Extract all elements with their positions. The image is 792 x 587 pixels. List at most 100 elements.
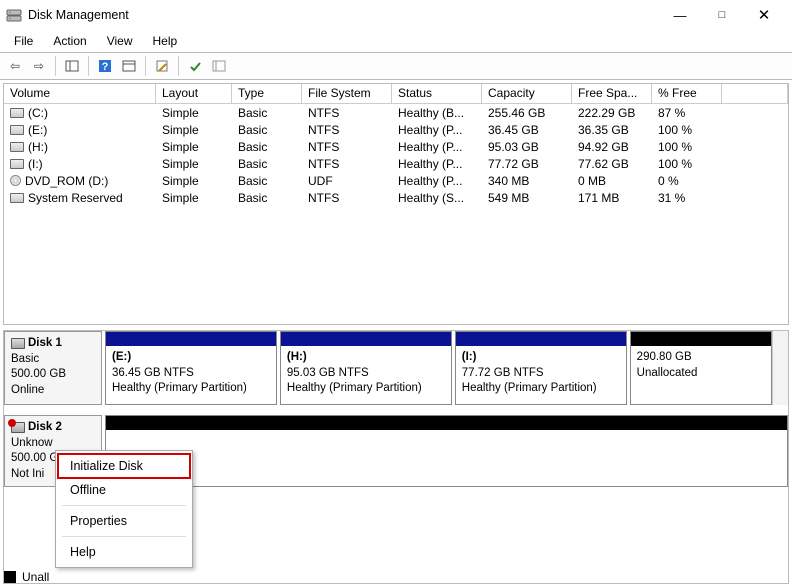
toolbar-separator (55, 56, 56, 76)
scrollbar[interactable] (772, 331, 788, 405)
volume-cell: Healthy (P... (392, 140, 482, 154)
minimize-button[interactable]: — (666, 5, 694, 25)
volume-cell: 0 MB (572, 174, 652, 188)
partition[interactable]: (H:)95.03 GB NTFSHealthy (Primary Partit… (280, 331, 452, 405)
context-menu-item-properties[interactable]: Properties (58, 509, 190, 533)
volume-cell: NTFS (302, 123, 392, 137)
volume-cell: UDF (302, 174, 392, 188)
drive-icon (10, 125, 24, 135)
context-menu-separator (62, 536, 186, 537)
volume-cell: NTFS (302, 191, 392, 205)
settings-button[interactable] (208, 55, 230, 77)
disk-management-icon (6, 7, 22, 23)
partitions: (E:)36.45 GB NTFSHealthy (Primary Partit… (102, 331, 772, 405)
volume-cell: 77.62 GB (572, 157, 652, 171)
properties-button[interactable] (151, 55, 173, 77)
volume-row[interactable]: (I:)SimpleBasicNTFSHealthy (P...77.72 GB… (4, 155, 788, 172)
volume-cell: NTFS (302, 106, 392, 120)
toolbar-separator (145, 56, 146, 76)
column-header[interactable]: Free Spa... (572, 84, 652, 103)
legend-label: Unall (22, 570, 49, 584)
volume-cell: NTFS (302, 157, 392, 171)
volume-cell: 340 MB (482, 174, 572, 188)
forward-button[interactable]: ⇨ (28, 55, 50, 77)
volume-list-header: VolumeLayoutTypeFile SystemStatusCapacit… (4, 84, 788, 104)
drive-icon (10, 108, 24, 118)
partition[interactable]: (I:)77.72 GB NTFSHealthy (Primary Partit… (455, 331, 627, 405)
partition-size: 290.80 GB (637, 350, 765, 366)
menu-action[interactable]: Action (43, 32, 96, 50)
volume-cell: Healthy (B... (392, 106, 482, 120)
column-header[interactable]: Status (392, 84, 482, 103)
volume-row[interactable]: DVD_ROM (D:)SimpleBasicUDFHealthy (P...3… (4, 172, 788, 189)
disk-type: Basic (11, 352, 95, 368)
partition-body: (I:)77.72 GB NTFSHealthy (Primary Partit… (456, 346, 626, 404)
column-header[interactable]: Layout (156, 84, 232, 103)
column-header[interactable]: Capacity (482, 84, 572, 103)
volume-cell: 171 MB (572, 191, 652, 205)
volume-cell: NTFS (302, 140, 392, 154)
legend-unallocated: Unall (4, 570, 49, 584)
volume-name-cell: (I:) (4, 157, 156, 171)
toolbar: ⇦ ⇨ ? (0, 52, 792, 80)
volume-cell: Healthy (P... (392, 174, 482, 188)
volume-cell: 100 % (652, 157, 722, 171)
help-button[interactable]: ? (94, 55, 116, 77)
volume-row[interactable]: (H:)SimpleBasicNTFSHealthy (P...95.03 GB… (4, 138, 788, 155)
disk-name: Disk 2 (28, 420, 62, 436)
refresh-button[interactable] (118, 55, 140, 77)
partition-body: 290.80 GBUnallocated (631, 346, 771, 404)
partition-body: (H:)95.03 GB NTFSHealthy (Primary Partit… (281, 346, 451, 404)
drive-icon (10, 193, 24, 203)
partition-header (281, 332, 451, 346)
volume-cell: 31 % (652, 191, 722, 205)
volume-cell: Basic (232, 191, 302, 205)
volume-cell: Basic (232, 123, 302, 137)
volume-cell: 94.92 GB (572, 140, 652, 154)
context-menu-item-initialize-disk[interactable]: Initialize Disk (58, 454, 190, 478)
column-header[interactable]: Volume (4, 84, 156, 103)
drive-icon (10, 142, 24, 152)
column-header[interactable]: Type (232, 84, 302, 103)
partition-status: Healthy (Primary Partition) (112, 381, 270, 397)
partition[interactable]: (E:)36.45 GB NTFSHealthy (Primary Partit… (105, 331, 277, 405)
menu-help[interactable]: Help (143, 32, 188, 50)
partition-header (631, 332, 771, 346)
volume-row[interactable]: (C:)SimpleBasicNTFSHealthy (B...255.46 G… (4, 104, 788, 121)
close-button[interactable]: ✕ (750, 5, 778, 25)
volume-name-cell: (H:) (4, 140, 156, 154)
partition-size: 95.03 GB NTFS (287, 366, 445, 382)
partition[interactable] (105, 415, 788, 487)
legend-swatch-icon (4, 571, 16, 583)
action-button[interactable] (184, 55, 206, 77)
volume-row[interactable]: System ReservedSimpleBasicNTFSHealthy (S… (4, 189, 788, 206)
cd-drive-icon (10, 175, 21, 186)
column-header[interactable]: File System (302, 84, 392, 103)
maximize-button[interactable]: □ (708, 5, 736, 25)
menu-view[interactable]: View (97, 32, 143, 50)
disk-label[interactable]: Disk 1Basic500.00 GBOnline (4, 331, 102, 405)
menu-file[interactable]: File (4, 32, 43, 50)
partitions (102, 415, 788, 487)
volume-cell: Simple (156, 123, 232, 137)
volume-row[interactable]: (E:)SimpleBasicNTFSHealthy (P...36.45 GB… (4, 121, 788, 138)
column-header[interactable] (722, 84, 788, 103)
partition-header (106, 416, 787, 430)
disk-row: Disk 1Basic500.00 GBOnline(E:)36.45 GB N… (4, 331, 788, 415)
partition-letter: (H:) (287, 350, 445, 366)
column-header[interactable]: % Free (652, 84, 722, 103)
volume-cell: Basic (232, 157, 302, 171)
drive-icon (10, 159, 24, 169)
volume-cell: 100 % (652, 140, 722, 154)
volume-cell: 36.35 GB (572, 123, 652, 137)
partition[interactable]: 290.80 GBUnallocated (630, 331, 772, 405)
volume-cell: Simple (156, 140, 232, 154)
volume-name-cell: (E:) (4, 123, 156, 137)
show-hide-tree-button[interactable] (61, 55, 83, 77)
context-menu-item-offline[interactable]: Offline (58, 478, 190, 502)
toolbar-separator (178, 56, 179, 76)
volume-cell: Basic (232, 174, 302, 188)
back-button[interactable]: ⇦ (4, 55, 26, 77)
context-menu-item-help[interactable]: Help (58, 540, 190, 564)
volume-cell: Simple (156, 106, 232, 120)
